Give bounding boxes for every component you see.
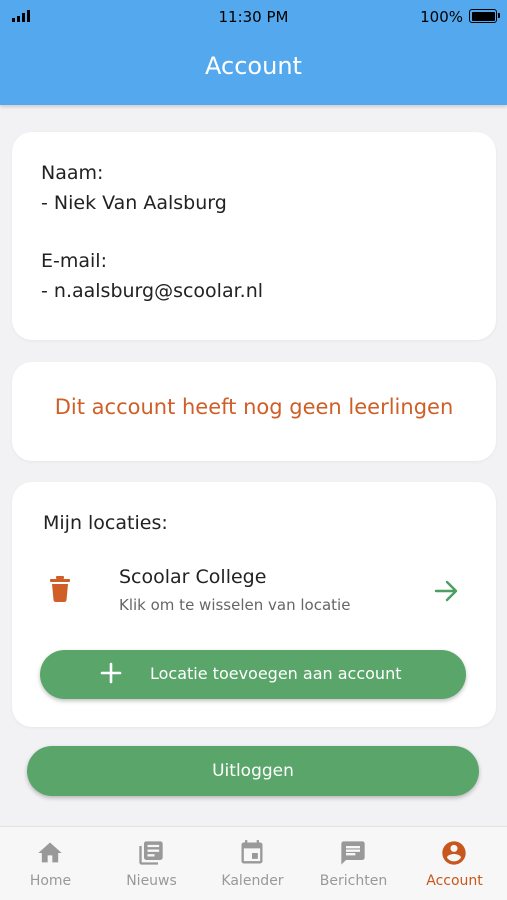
no-students-message: Dit account heeft nog geen leerlingen xyxy=(54,395,454,419)
location-name[interactable]: Scoolar College xyxy=(119,566,266,588)
email-label: E-mail: xyxy=(41,250,107,272)
tab-account-label: Account xyxy=(426,873,483,889)
calendar-icon xyxy=(241,840,263,864)
home-icon xyxy=(38,842,62,863)
tab-calendar-label: Kalender xyxy=(221,873,284,889)
tab-bar: Home Nieuws Kalender Berichten Account xyxy=(0,826,507,900)
tab-home[interactable]: Home xyxy=(0,827,101,900)
tab-calendar[interactable]: Kalender xyxy=(202,827,303,900)
tab-messages-label: Berichten xyxy=(319,873,388,889)
plus-icon xyxy=(100,662,122,684)
tab-news[interactable]: Nieuws xyxy=(101,827,202,900)
logout-button[interactable]: Uitloggen xyxy=(27,746,479,796)
tab-account[interactable]: Account xyxy=(404,827,505,900)
account-info-card: Naam: - Niek Van Aalsburg E-mail: - n.aa… xyxy=(12,132,496,340)
name-value: - Niek Van Aalsburg xyxy=(41,192,227,214)
locations-heading: Mijn locaties: xyxy=(43,512,168,534)
email-value: - n.aalsburg@scoolar.nl xyxy=(41,280,264,302)
tab-messages[interactable]: Berichten xyxy=(303,827,404,900)
page-title: Account xyxy=(205,52,302,80)
tab-news-label: Nieuws xyxy=(126,873,177,889)
add-location-button[interactable]: Locatie toevoegen aan account xyxy=(40,650,466,699)
news-icon xyxy=(139,841,163,865)
tab-home-label: Home xyxy=(29,873,72,889)
account-icon xyxy=(442,841,466,865)
locations-card: Mijn locaties: Scoolar College Klik om t… xyxy=(12,482,496,727)
arrow-right-icon[interactable] xyxy=(434,579,460,603)
students-card: Dit account heeft nog geen leerlingen xyxy=(12,362,496,461)
chat-icon xyxy=(341,841,365,865)
status-bar: 11:30 PM 100% xyxy=(0,0,507,32)
battery-percentage: 100% xyxy=(420,8,463,26)
battery-icon xyxy=(469,9,500,23)
trash-icon[interactable] xyxy=(50,576,70,602)
app-header: 11:30 PM 100% Account xyxy=(0,0,507,105)
add-location-label: Locatie toevoegen aan account xyxy=(150,664,402,683)
location-subtitle[interactable]: Klik om te wisselen van locatie xyxy=(119,596,350,614)
name-label: Naam: xyxy=(41,162,104,184)
